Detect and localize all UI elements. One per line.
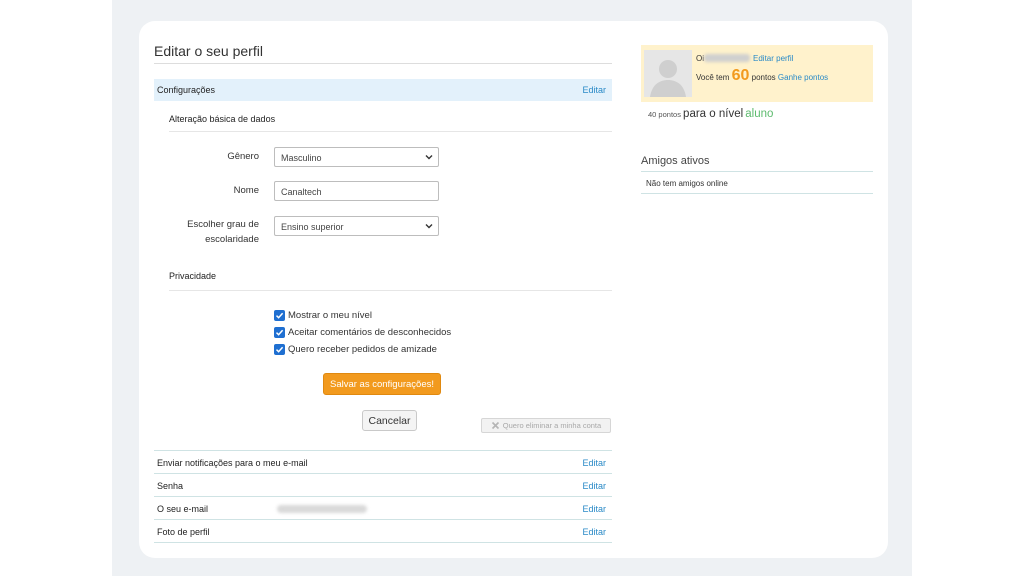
privacy-option-comments[interactable]: Aceitar comentários de desconhecidos xyxy=(274,326,451,338)
row-label: Enviar notificações para o meu e-mail xyxy=(157,458,308,468)
row-edit-link[interactable]: Editar xyxy=(582,481,606,491)
education-label-line1: Escolher grau de xyxy=(187,219,259,230)
title-divider xyxy=(154,63,612,64)
education-select[interactable]: Ensino superior xyxy=(274,216,439,236)
name-value: Canaltech xyxy=(281,187,322,197)
row-edit-link[interactable]: Editar xyxy=(582,458,606,468)
greeting: Oi xyxy=(696,54,704,63)
checkbox-checked-icon[interactable] xyxy=(274,309,285,321)
friends-empty-text: Não tem amigos online xyxy=(646,179,728,188)
level-points: 40 pontos xyxy=(648,110,681,119)
points-value: 60 xyxy=(731,67,750,84)
row-email: O seu e-mail Editar xyxy=(154,496,612,519)
points-line: Você tem 60 pontos Ganhe pontos xyxy=(696,67,828,85)
level-progress: 40 pontos para o nível aluno xyxy=(648,108,773,120)
gender-value: Masculino xyxy=(281,153,322,163)
privacy-option-show-level[interactable]: Mostrar o meu nível xyxy=(274,309,372,321)
checkbox-checked-icon[interactable] xyxy=(274,343,285,355)
points-suffix: pontos xyxy=(751,73,776,82)
row-email-notifications: Enviar notificações para o meu e-mail Ed… xyxy=(154,450,612,473)
privacy-title: Privacidade xyxy=(169,271,217,281)
basic-data-title: Alteração básica de dados xyxy=(169,114,276,124)
user-silhouette-icon xyxy=(644,50,692,97)
friends-bottom-divider xyxy=(641,193,873,194)
avatar xyxy=(644,50,692,97)
settings-edit-link[interactable]: Editar xyxy=(582,85,606,95)
redacted-email xyxy=(277,505,367,513)
row-profile-photo: Foto de perfil Editar xyxy=(154,519,612,542)
education-value: Ensino superior xyxy=(281,222,344,232)
delete-account-label: Quero eliminar a minha conta xyxy=(502,421,602,430)
row-label: O seu e-mail xyxy=(157,504,209,514)
rows-bottom-divider xyxy=(154,542,612,543)
name-label: Nome xyxy=(233,185,259,196)
row-label: Senha xyxy=(157,481,184,491)
edit-profile-link[interactable]: Editar perfil xyxy=(753,54,793,63)
settings-header-label: Configurações xyxy=(157,85,216,95)
education-label: Escolher grau de escolaridade xyxy=(154,217,259,247)
privacy-divider xyxy=(169,290,612,291)
gender-select[interactable]: Masculino xyxy=(274,147,439,167)
name-input[interactable]: Canaltech xyxy=(274,181,439,201)
privacy-option-label: Aceitar comentários de desconhecidos xyxy=(288,326,452,338)
redacted-username xyxy=(704,54,750,62)
basic-data-divider xyxy=(169,131,612,132)
gender-label: Gênero xyxy=(227,151,259,162)
earn-points-link[interactable]: Ganhe pontos xyxy=(778,73,828,82)
save-settings-button[interactable]: Salvar as configurações! xyxy=(323,373,441,395)
close-icon xyxy=(491,421,499,430)
row-label: Foto de perfil xyxy=(157,527,210,537)
points-prefix: Você tem xyxy=(696,73,730,82)
profile-card: Editar o seu perfil Configurações Editar… xyxy=(139,21,888,558)
education-label-line2: escolaridade xyxy=(205,234,259,245)
privacy-option-friend-requests[interactable]: Quero receber pedidos de amizade xyxy=(274,343,437,355)
page-title: Editar o seu perfil xyxy=(154,43,263,59)
checkbox-checked-icon[interactable] xyxy=(274,326,285,338)
friends-title: Amigos ativos xyxy=(641,155,710,167)
delete-account-button[interactable]: Quero eliminar a minha conta xyxy=(481,418,611,433)
profile-summary: Oi Editar perfil Você tem 60 pontos Ganh… xyxy=(641,45,873,102)
row-edit-link[interactable]: Editar xyxy=(582,504,606,514)
level-name: aluno xyxy=(745,108,774,120)
chevron-down-icon xyxy=(425,224,433,229)
chevron-down-icon xyxy=(425,155,433,160)
level-text: para o nível xyxy=(683,108,744,120)
row-password: Senha Editar xyxy=(154,473,612,496)
privacy-option-label: Quero receber pedidos de amizade xyxy=(288,343,437,355)
cancel-button[interactable]: Cancelar xyxy=(362,410,417,431)
row-edit-link[interactable]: Editar xyxy=(582,527,606,537)
settings-header: Configurações Editar xyxy=(154,79,612,101)
friends-divider xyxy=(641,171,873,172)
privacy-option-label: Mostrar o meu nível xyxy=(288,309,372,321)
